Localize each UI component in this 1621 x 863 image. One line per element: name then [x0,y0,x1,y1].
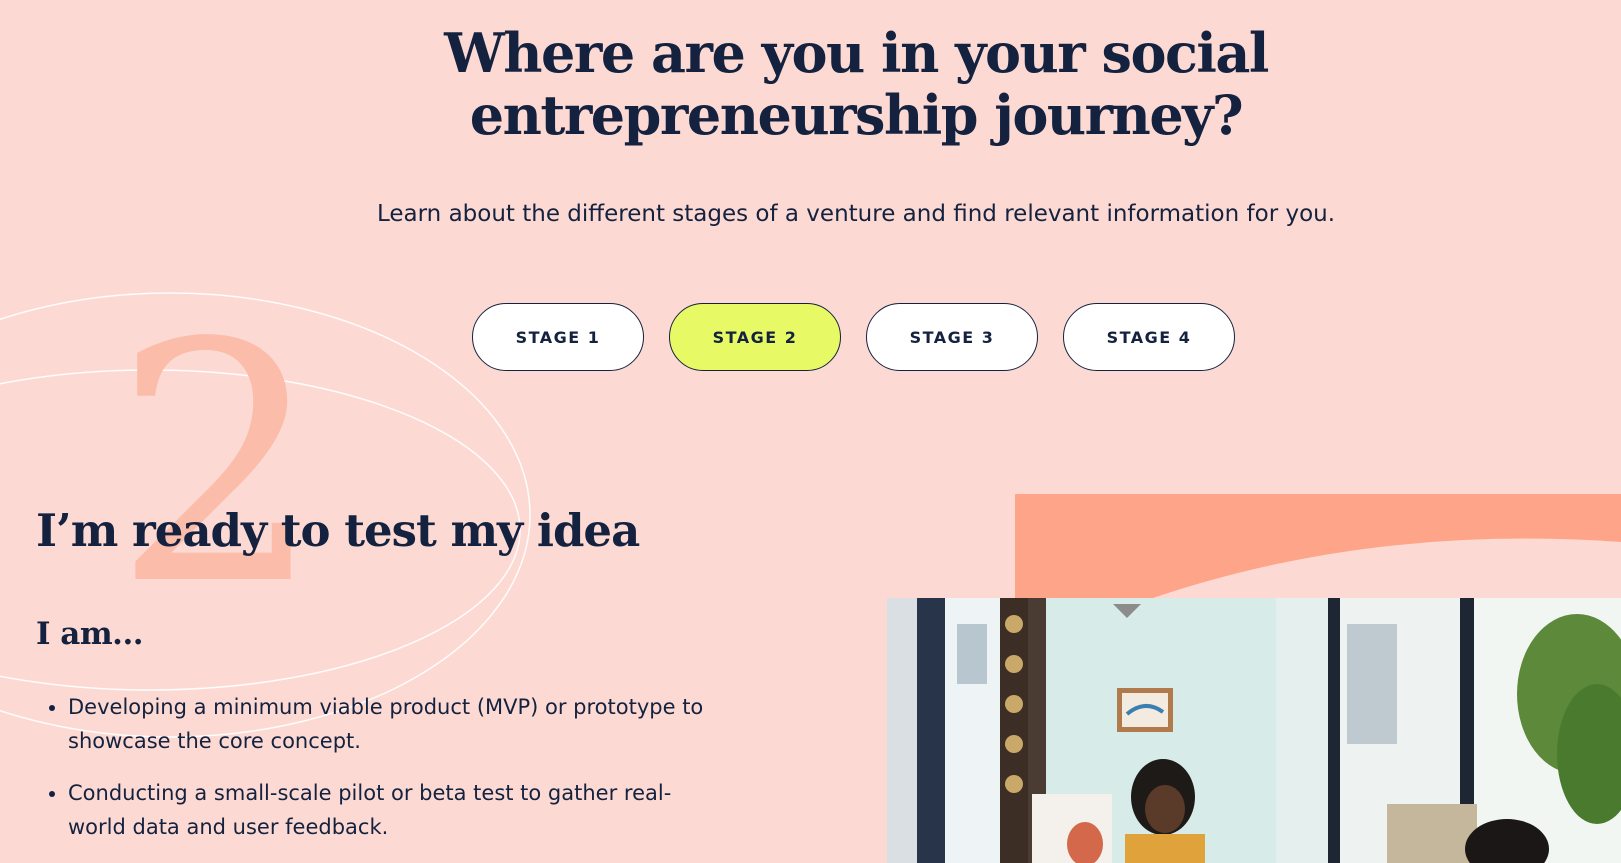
page-title-line-2: entrepreneurship journey? [469,83,1244,147]
stage-photo [887,494,1621,863]
stage-tabs: STAGE 1 STAGE 2 STAGE 3 STAGE 4 [472,303,1235,371]
tab-stage-2[interactable]: STAGE 2 [669,303,841,371]
list-item: Developing a minimum viable product (MVP… [68,690,728,758]
stage-number-watermark: 2 [113,273,323,657]
tab-stage-4[interactable]: STAGE 4 [1063,303,1235,371]
office-photo [887,598,1621,863]
stage-heading: I’m ready to test my idea [36,504,640,557]
list-item: Conducting a small-scale pilot or beta t… [68,776,728,844]
stage-subheading: I am... [36,616,144,652]
tab-stage-1[interactable]: STAGE 1 [472,303,644,371]
page-subtitle: Learn about the different stages of a ve… [376,201,1336,227]
tab-stage-3[interactable]: STAGE 3 [866,303,1038,371]
stage-bullet-list: Developing a minimum viable product (MVP… [36,690,728,862]
page-title: Where are you in your social entrepreneu… [0,22,1621,146]
page-title-line-1: Where are you in your social [444,21,1269,85]
